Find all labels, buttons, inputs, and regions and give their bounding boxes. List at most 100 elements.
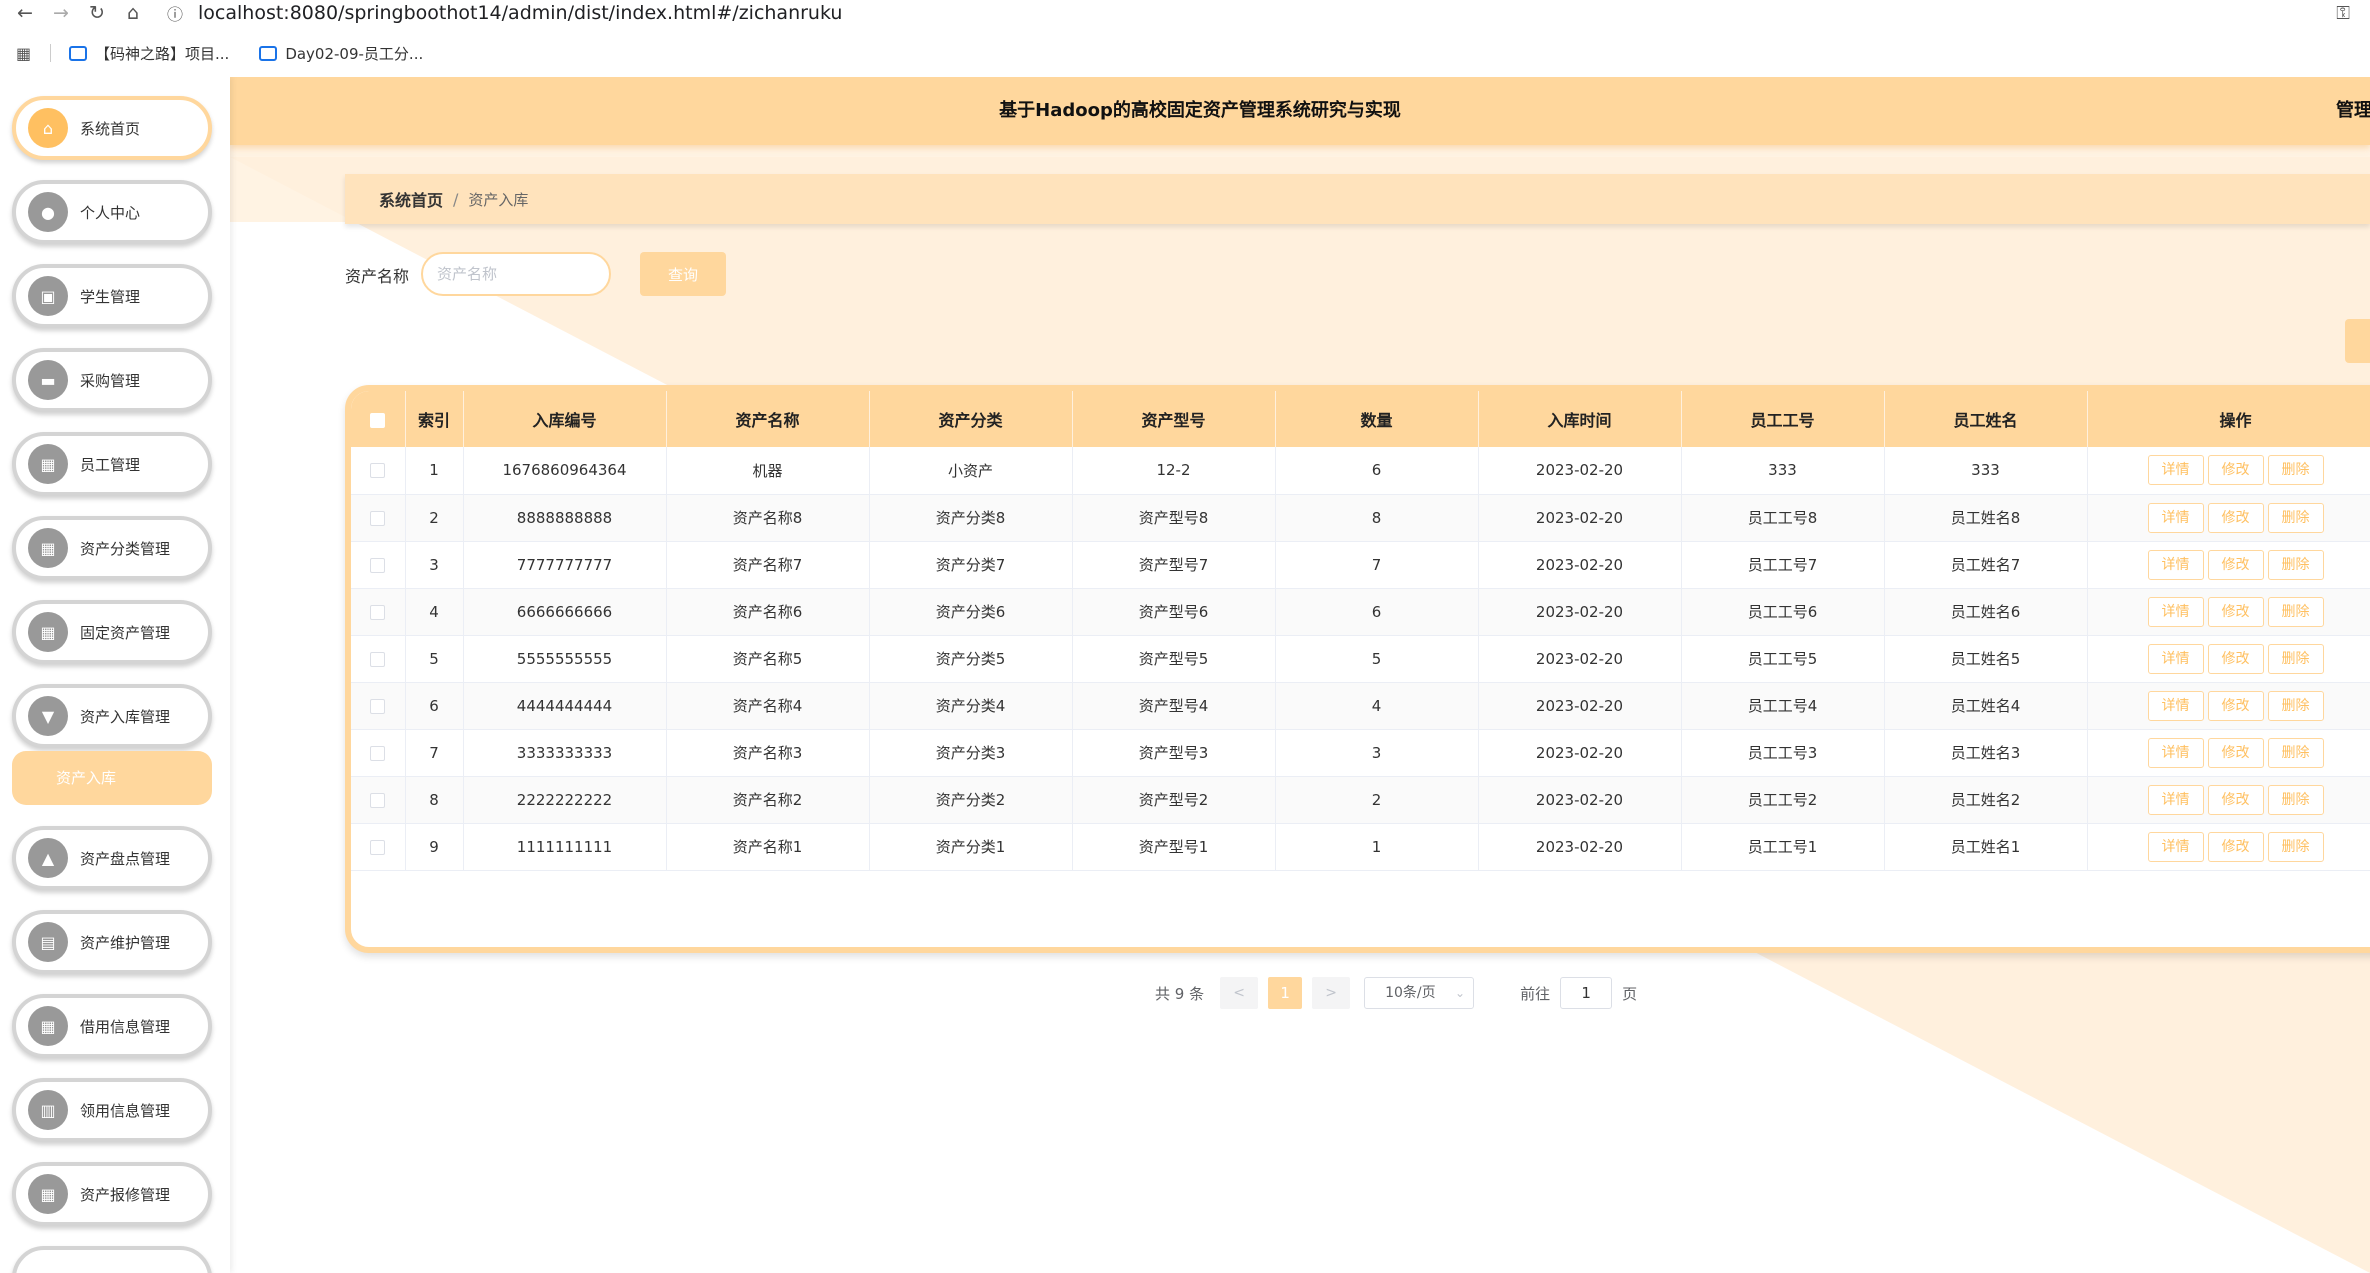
row-select-cell[interactable] xyxy=(351,635,406,683)
select-all-cell[interactable] xyxy=(351,391,406,447)
asset-model-cell: 资产型号1 xyxy=(1072,823,1276,871)
sidebar-item-employees[interactable]: ▦ 员工管理 xyxy=(12,432,212,496)
reload-icon[interactable]: ↻ xyxy=(86,2,108,24)
sidebar-item-home[interactable]: ⌂ 系统首页 xyxy=(12,96,212,160)
sidebar-item-purchase[interactable]: ▬ 采购管理 xyxy=(12,348,212,412)
detail-button[interactable]: 详情 xyxy=(2147,831,2204,862)
goto-page-input[interactable]: 1 xyxy=(1560,977,1613,1009)
key-icon[interactable]: ⚿ xyxy=(2336,3,2350,24)
column-header: 资产分类 xyxy=(869,391,1073,447)
row-select-cell[interactable] xyxy=(351,494,406,542)
row-checkbox[interactable] xyxy=(370,698,386,714)
home-browser-icon[interactable]: ⌂ xyxy=(122,2,144,24)
delete-button[interactable]: 删除 xyxy=(2267,549,2324,580)
breadcrumb-home[interactable]: 系统首页 xyxy=(379,187,443,211)
apps-icon: ▦ xyxy=(28,528,68,568)
stockin-date-cell: 2023-02-20 xyxy=(1478,682,1682,730)
delete-button[interactable]: 删除 xyxy=(2267,690,2324,721)
sidebar-item-asset-category[interactable]: ▦ 资产分类管理 xyxy=(12,516,212,580)
delete-button[interactable]: 删除 xyxy=(2267,455,2324,486)
detail-button[interactable]: 详情 xyxy=(2147,502,2204,533)
document-icon: ▤ xyxy=(28,922,68,962)
detail-button[interactable]: 详情 xyxy=(2147,784,2204,815)
sidebar-item-receive[interactable]: ▥ 领用信息管理 xyxy=(12,1078,212,1142)
row-checkbox[interactable] xyxy=(370,792,386,808)
sidebar-item-students[interactable]: ▣ 学生管理 xyxy=(12,264,212,328)
search-button[interactable]: 查询 xyxy=(640,252,726,296)
row-checkbox[interactable] xyxy=(370,745,386,761)
detail-button[interactable]: 详情 xyxy=(2147,643,2204,674)
detail-button[interactable]: 详情 xyxy=(2147,549,2204,580)
edit-button[interactable]: 修改 xyxy=(2207,549,2264,580)
delete-button[interactable]: 删除 xyxy=(2267,596,2324,627)
edit-button[interactable]: 修改 xyxy=(2207,784,2264,815)
edit-button[interactable]: 修改 xyxy=(2207,502,2264,533)
detail-button[interactable]: 详情 xyxy=(2147,455,2204,486)
row-checkbox[interactable] xyxy=(370,604,386,620)
next-page-button[interactable]: > xyxy=(1312,977,1351,1009)
search-input[interactable] xyxy=(421,252,611,296)
asset-name-cell: 资产名称7 xyxy=(666,541,870,589)
delete-button[interactable]: 删除 xyxy=(2267,502,2324,533)
asset-name-cell: 资产名称1 xyxy=(666,823,870,871)
edit-button[interactable]: 修改 xyxy=(2207,643,2264,674)
tv-icon xyxy=(69,45,87,61)
sidebar-item-asset-stockin[interactable]: ▼ 资产入库管理 xyxy=(12,684,212,748)
row-checkbox[interactable] xyxy=(370,839,386,855)
bookmark-item[interactable]: 【码神之路】项目... xyxy=(69,43,229,64)
quantity-cell: 1 xyxy=(1275,823,1479,871)
edit-button[interactable]: 修改 xyxy=(2207,455,2264,486)
page-size-select[interactable]: 10条/页 ⌄ xyxy=(1364,977,1475,1009)
sidebar-item-inventory[interactable]: ▲ 资产盘点管理 xyxy=(12,826,212,890)
row-select-cell[interactable] xyxy=(351,541,406,589)
delete-button[interactable]: 删除 xyxy=(2267,737,2324,768)
asset-model-cell: 资产型号6 xyxy=(1072,588,1276,636)
address-bar[interactable]: localhost:8080/springboothot14/admin/dis… xyxy=(198,2,842,24)
row-select-cell[interactable] xyxy=(351,588,406,636)
delete-button[interactable]: 删除 xyxy=(2267,784,2324,815)
index-cell: 2 xyxy=(405,494,464,542)
row-select-cell[interactable] xyxy=(351,776,406,824)
detail-button[interactable]: 详情 xyxy=(2147,596,2204,627)
edit-button[interactable]: 修改 xyxy=(2207,596,2264,627)
page-number-active[interactable]: 1 xyxy=(1268,977,1303,1009)
user-role-label[interactable]: 管理员 xyxy=(2336,77,2370,145)
employee-no-cell: 员工工号3 xyxy=(1681,729,1885,777)
row-select-cell[interactable] xyxy=(351,823,406,871)
stockin-date-cell: 2023-02-20 xyxy=(1478,541,1682,589)
row-checkbox[interactable] xyxy=(370,510,386,526)
delete-button[interactable]: 删除 xyxy=(2267,643,2324,674)
sidebar-item-more[interactable] xyxy=(12,1246,212,1273)
edit-button[interactable]: 修改 xyxy=(2207,737,2264,768)
search-label: 资产名称 xyxy=(345,267,410,286)
briefcase-icon: ▬ xyxy=(28,360,68,400)
sidebar: ⌂ 系统首页 ● 个人中心 ▣ 学生管理 ▬ 采购管理 ▦ 员工管理 ▦ 资产分… xyxy=(0,77,230,1273)
info-icon[interactable]: ⓘ xyxy=(164,1,186,25)
edit-button[interactable]: 修改 xyxy=(2207,690,2264,721)
row-select-cell[interactable] xyxy=(351,447,406,495)
row-checkbox[interactable] xyxy=(370,463,386,479)
edit-button[interactable]: 修改 xyxy=(2207,831,2264,862)
sidebar-item-profile[interactable]: ● 个人中心 xyxy=(12,180,212,244)
sidebar-item-fixed-assets[interactable]: ▦ 固定资产管理 xyxy=(12,600,212,664)
bookmark-item[interactable]: Day02-09-员工分... xyxy=(259,43,423,64)
row-checkbox[interactable] xyxy=(370,557,386,573)
sidebar-item-borrow[interactable]: ▦ 借用信息管理 xyxy=(12,994,212,1058)
asset-category-cell: 资产分类5 xyxy=(869,635,1073,683)
sidebar-item-repair[interactable]: ▦ 资产报修管理 xyxy=(12,1162,212,1226)
sidebar-subitem-stockin[interactable]: 资产入库 xyxy=(12,751,212,805)
prev-page-button[interactable]: < xyxy=(1220,977,1259,1009)
detail-button[interactable]: 详情 xyxy=(2147,690,2204,721)
row-select-cell[interactable] xyxy=(351,729,406,777)
apps-icon[interactable]: ▦ xyxy=(16,44,36,63)
actions-cell: 详情 修改 删除 xyxy=(2087,541,2370,589)
sidebar-item-maintenance[interactable]: ▤ 资产维护管理 xyxy=(12,910,212,974)
detail-button[interactable]: 详情 xyxy=(2147,737,2204,768)
back-icon[interactable]: ← xyxy=(14,2,36,24)
side-action-button[interactable] xyxy=(2345,319,2370,363)
row-select-cell[interactable] xyxy=(351,682,406,730)
delete-button[interactable]: 删除 xyxy=(2267,831,2324,862)
forward-icon[interactable]: → xyxy=(50,2,72,24)
select-all-checkbox[interactable] xyxy=(370,412,386,428)
row-checkbox[interactable] xyxy=(370,651,386,667)
